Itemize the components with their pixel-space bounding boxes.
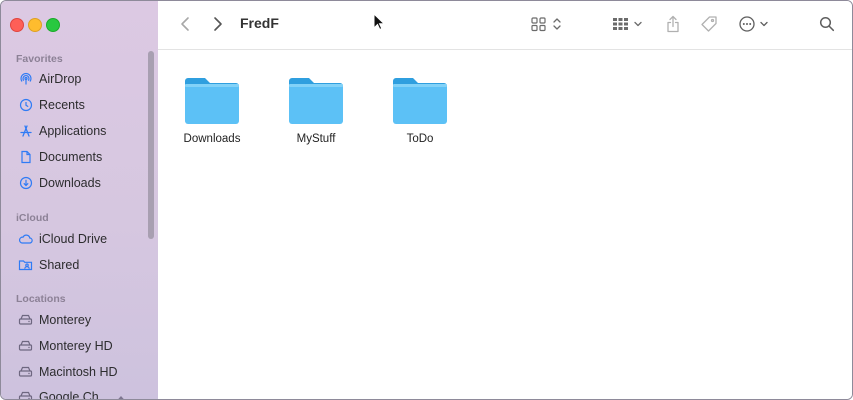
- tags-button[interactable]: [699, 13, 719, 35]
- search-icon: [819, 16, 835, 32]
- chevron-right-icon: [214, 17, 222, 31]
- sidebar: Favorites AirDrop Recents Applications D…: [1, 1, 158, 400]
- folder-label: Downloads: [183, 133, 241, 145]
- document-icon: [18, 150, 33, 165]
- finder-window: Favorites AirDrop Recents Applications D…: [0, 0, 853, 400]
- group-button[interactable]: [611, 13, 647, 35]
- sidebar-item-google-chrome[interactable]: Google Ch: [18, 386, 99, 400]
- chevron-left-icon: [181, 17, 189, 31]
- download-icon: [18, 176, 33, 191]
- folder-icon: [393, 78, 447, 124]
- sidebar-item-icloud-drive[interactable]: iCloud Drive: [18, 228, 107, 250]
- sidebar-item-shared[interactable]: Shared: [18, 254, 79, 276]
- sidebar-item-airdrop[interactable]: AirDrop: [18, 68, 81, 90]
- sidebar-item-label: AirDrop: [39, 72, 82, 86]
- ellipsis-circle-icon: [739, 16, 755, 32]
- sidebar-item-applications[interactable]: Applications: [18, 120, 106, 142]
- sidebar-item-monterey[interactable]: Monterey: [18, 309, 91, 331]
- sidebar-item-label: Downloads: [39, 176, 101, 190]
- folder-item-mystuff[interactable]: MyStuff: [277, 76, 355, 145]
- applications-icon: [18, 124, 33, 139]
- updown-chevron-icon: [553, 18, 561, 30]
- sidebar-section-icloud: iCloud: [16, 212, 49, 224]
- folder-item-todo[interactable]: ToDo: [381, 76, 459, 145]
- chevron-down-icon: [760, 21, 768, 27]
- folder-icon: [289, 78, 343, 124]
- sidebar-item-label: Applications: [39, 124, 107, 138]
- sidebar-item-label: Macintosh HD: [39, 365, 118, 379]
- sidebar-item-downloads[interactable]: Downloads: [18, 172, 101, 194]
- group-grid-icon: [613, 18, 628, 30]
- disk-icon: [18, 390, 33, 399]
- sidebar-item-macintosh-hd[interactable]: Macintosh HD: [18, 361, 118, 383]
- sidebar-item-label: iCloud Drive: [39, 232, 108, 246]
- sidebar-item-recents[interactable]: Recents: [18, 94, 85, 116]
- folder-item-downloads[interactable]: Downloads: [173, 76, 251, 145]
- sidebar-item-label: Documents: [39, 150, 103, 164]
- chevron-down-icon: [634, 21, 642, 27]
- folder-label: MyStuff: [296, 133, 336, 145]
- close-window-button[interactable]: [10, 18, 24, 32]
- file-browser-content[interactable]: Downloads MyStuff ToDo: [158, 50, 852, 399]
- sidebar-item-label: Shared: [39, 258, 80, 272]
- eject-icon[interactable]: [115, 392, 127, 399]
- icon-grid-icon: [531, 17, 546, 32]
- sidebar-item-label: Google Ch: [39, 390, 99, 400]
- search-button[interactable]: [817, 13, 837, 35]
- zoom-window-button[interactable]: [46, 18, 60, 32]
- minimize-window-button[interactable]: [28, 18, 42, 32]
- sidebar-item-documents[interactable]: Documents: [18, 146, 102, 168]
- sidebar-scrollbar[interactable]: [148, 51, 154, 239]
- view-mode-button[interactable]: [530, 13, 566, 35]
- sidebar-item-label: Recents: [39, 98, 85, 112]
- sidebar-item-monterey-hd[interactable]: Monterey HD: [18, 335, 113, 357]
- share-icon: [667, 15, 679, 33]
- airdrop-icon: [18, 72, 33, 87]
- window-title: FredF: [240, 15, 279, 31]
- folder-label: ToDo: [406, 133, 434, 145]
- clock-icon: [18, 98, 33, 113]
- folder-icon: [185, 78, 239, 124]
- disk-icon: [18, 313, 33, 328]
- forward-button[interactable]: [208, 13, 228, 35]
- mouse-cursor-icon: [373, 12, 386, 36]
- back-button[interactable]: [175, 13, 195, 35]
- disk-icon: [18, 365, 33, 380]
- sidebar-section-favorites: Favorites: [16, 53, 63, 65]
- sidebar-item-label: Monterey: [39, 313, 92, 327]
- shared-folder-icon: [18, 258, 33, 273]
- sidebar-section-locations: Locations: [16, 293, 66, 305]
- share-button[interactable]: [663, 13, 683, 35]
- cloud-icon: [18, 232, 33, 247]
- action-button[interactable]: [738, 13, 772, 35]
- tag-icon: [701, 16, 717, 32]
- sidebar-item-label: Monterey HD: [39, 339, 113, 353]
- disk-icon: [18, 339, 33, 354]
